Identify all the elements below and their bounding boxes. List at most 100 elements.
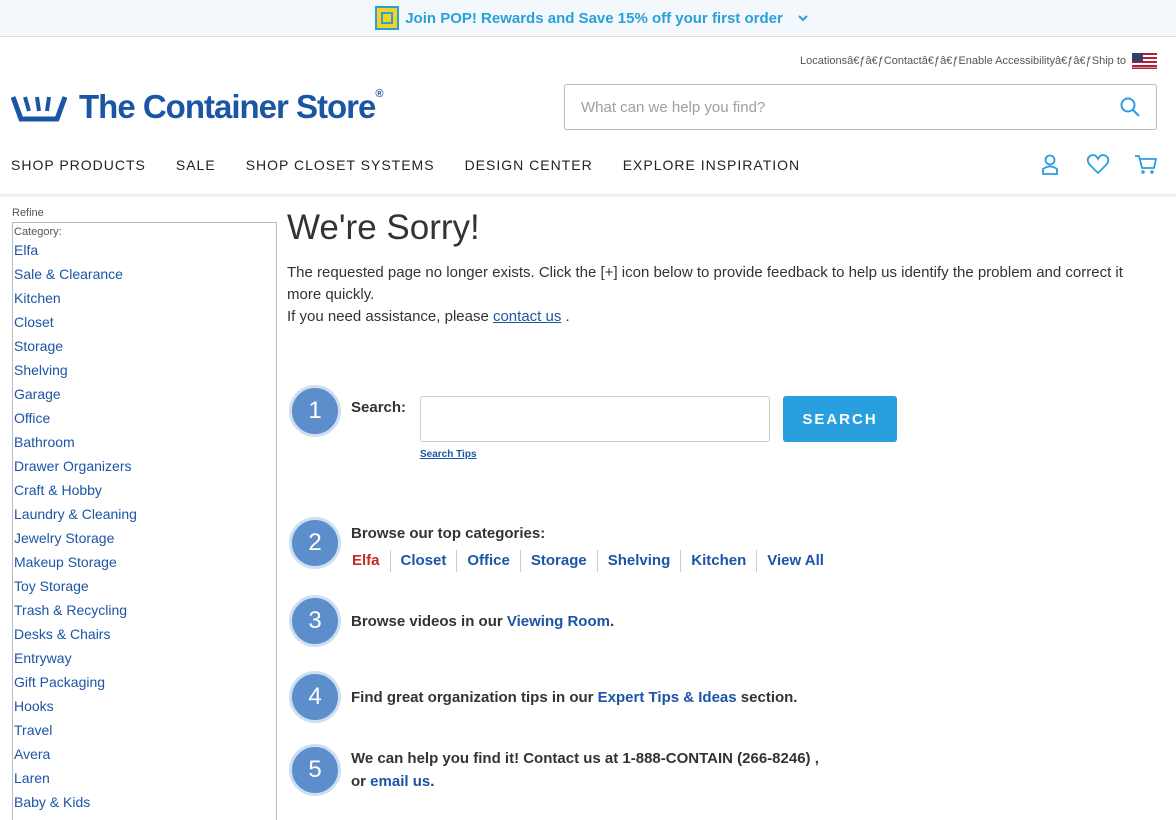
list-item: Elfa: [13, 238, 276, 262]
nav-shop-products[interactable]: SHOP PRODUCTS: [11, 157, 146, 173]
list-item: Entryway: [13, 646, 276, 670]
category-link[interactable]: Desks & Chairs: [14, 626, 110, 642]
header-icons: [1038, 152, 1158, 176]
account-icon[interactable]: [1038, 152, 1062, 176]
category-link[interactable]: Hooks: [14, 698, 54, 714]
error-content: We're Sorry! The requested page no longe…: [287, 208, 1147, 328]
list-item: Travel: [13, 718, 276, 742]
step-4: 4 Find great organization tips in our Ex…: [289, 671, 797, 723]
contact-suffix: .: [430, 773, 435, 790]
promo-banner[interactable]: Join POP! Rewards and Save 15% off your …: [0, 0, 1176, 37]
browse-categories-label: Browse our top categories:: [351, 524, 546, 542]
site-search: [564, 84, 1157, 130]
category-link[interactable]: Office: [14, 410, 50, 426]
category-link[interactable]: Craft & Hobby: [14, 482, 102, 498]
logo[interactable]: The Container Store®: [11, 88, 384, 126]
pop-rewards-icon: [375, 6, 400, 30]
category-link[interactable]: Kitchen: [14, 290, 61, 306]
category-link[interactable]: Makeup Storage: [14, 554, 117, 570]
top-category-elfa[interactable]: Elfa: [352, 550, 390, 572]
promo-text[interactable]: Join POP! Rewards and Save 15% off your …: [405, 10, 783, 27]
error-message: The requested page no longer exists. Cli…: [287, 262, 1147, 328]
category-link[interactable]: Garage: [14, 386, 61, 402]
step-3: 3 Browse videos in our Viewing Room.: [289, 595, 614, 647]
nav-design-center[interactable]: DESIGN CENTER: [465, 157, 593, 173]
category-link[interactable]: Sale & Clearance: [14, 266, 123, 282]
top-category-closet[interactable]: Closet: [389, 550, 457, 572]
list-item: Jewelry Storage: [13, 526, 276, 550]
tips-prefix: Find great organization tips in our: [351, 688, 598, 706]
search-tips-link[interactable]: Search Tips: [420, 449, 477, 460]
list-item: Laren: [13, 766, 276, 790]
category-link[interactable]: Jewelry Storage: [14, 530, 114, 546]
email-us-link[interactable]: email us: [370, 773, 430, 790]
step-number: 1: [289, 385, 341, 437]
category-link[interactable]: Avera: [14, 746, 50, 762]
chevron-down-icon[interactable]: [797, 12, 809, 24]
list-item: Shelving: [13, 358, 276, 382]
category-link[interactable]: Bathroom: [14, 434, 75, 450]
nav-shop-closet-systems[interactable]: SHOP CLOSET SYSTEMS: [246, 157, 435, 173]
step-number: 3: [289, 595, 341, 647]
contact-line: We can help you find it! Contact us at 1…: [351, 750, 819, 767]
tips-suffix: section.: [736, 688, 798, 706]
list-item: Closet: [13, 310, 276, 334]
cart-icon[interactable]: [1134, 152, 1158, 176]
top-category-kitchen[interactable]: Kitchen: [680, 550, 756, 572]
list-item: Laundry & Cleaning: [13, 502, 276, 526]
search-button[interactable]: SEARCH: [783, 396, 897, 442]
category-link[interactable]: Gift Packaging: [14, 674, 105, 690]
main-nav: SHOP PRODUCTS SALE SHOP CLOSET SYSTEMS D…: [11, 157, 800, 173]
list-item: Storage: [13, 334, 276, 358]
search-label: Search:: [351, 398, 407, 416]
list-item: Craft & Hobby: [13, 478, 276, 502]
category-link[interactable]: Entryway: [14, 650, 72, 666]
list-item: Toy Storage: [13, 574, 276, 598]
top-category-office[interactable]: Office: [456, 550, 520, 572]
list-item: Avera: [13, 742, 276, 766]
category-link[interactable]: Travel: [14, 722, 52, 738]
utility-links-text[interactable]: Locationsâ€ƒâ€ƒContactâ€ƒâ€ƒEnable Acces…: [800, 55, 1126, 67]
contact-text: We can help you find it! Contact us at 1…: [351, 747, 819, 793]
us-flag-icon[interactable]: [1132, 53, 1157, 69]
heart-icon[interactable]: [1086, 152, 1110, 176]
search-input[interactable]: [565, 85, 1085, 129]
category-link[interactable]: Shelving: [14, 362, 68, 378]
nav-sale[interactable]: SALE: [176, 157, 216, 173]
videos-prefix: Browse videos in our: [351, 612, 507, 630]
error-message-text: The requested page no longer exists. Cli…: [287, 264, 1123, 303]
top-category-view-all[interactable]: View All: [756, 550, 834, 572]
category-link[interactable]: Baby & Kids: [14, 794, 90, 810]
list-item: Garage: [13, 382, 276, 406]
contact-us-link[interactable]: contact us: [493, 308, 561, 325]
contact-prefix: or: [351, 773, 371, 790]
top-category-storage[interactable]: Storage: [519, 550, 597, 572]
category-sidebar: Category: Elfa Sale & Clearance Kitchen …: [12, 222, 277, 820]
videos-suffix: .: [609, 612, 615, 630]
step-number: 2: [289, 517, 341, 569]
category-link[interactable]: Elfa: [14, 242, 38, 258]
category-link[interactable]: Trash & Recycling: [14, 602, 127, 618]
nav-explore-inspiration[interactable]: EXPLORE INSPIRATION: [623, 157, 800, 173]
step-5: 5 We can help you find it! Contact us at…: [289, 744, 819, 796]
category-list: Elfa Sale & Clearance Kitchen Closet Sto…: [13, 238, 276, 814]
category-link[interactable]: Storage: [14, 338, 63, 354]
category-link[interactable]: Drawer Organizers: [14, 458, 131, 474]
top-category-shelving[interactable]: Shelving: [596, 550, 681, 572]
list-item: Bathroom: [13, 430, 276, 454]
list-item: Gift Packaging: [13, 670, 276, 694]
list-item: Desks & Chairs: [13, 622, 276, 646]
category-link[interactable]: Closet: [14, 314, 54, 330]
list-item: Office: [13, 406, 276, 430]
step-1: 1 Search:: [289, 385, 406, 437]
container-store-logo-icon: [11, 96, 67, 122]
expert-tips-link[interactable]: Expert Tips & Ideas: [598, 689, 737, 706]
search-icon[interactable]: [1120, 97, 1140, 117]
viewing-room-link[interactable]: Viewing Room: [507, 613, 610, 630]
category-link[interactable]: Toy Storage: [14, 578, 89, 594]
list-item: Makeup Storage: [13, 550, 276, 574]
category-link[interactable]: Laundry & Cleaning: [14, 506, 137, 522]
error-search-input[interactable]: [420, 396, 770, 442]
category-link[interactable]: Laren: [14, 770, 50, 786]
list-item: Kitchen: [13, 286, 276, 310]
